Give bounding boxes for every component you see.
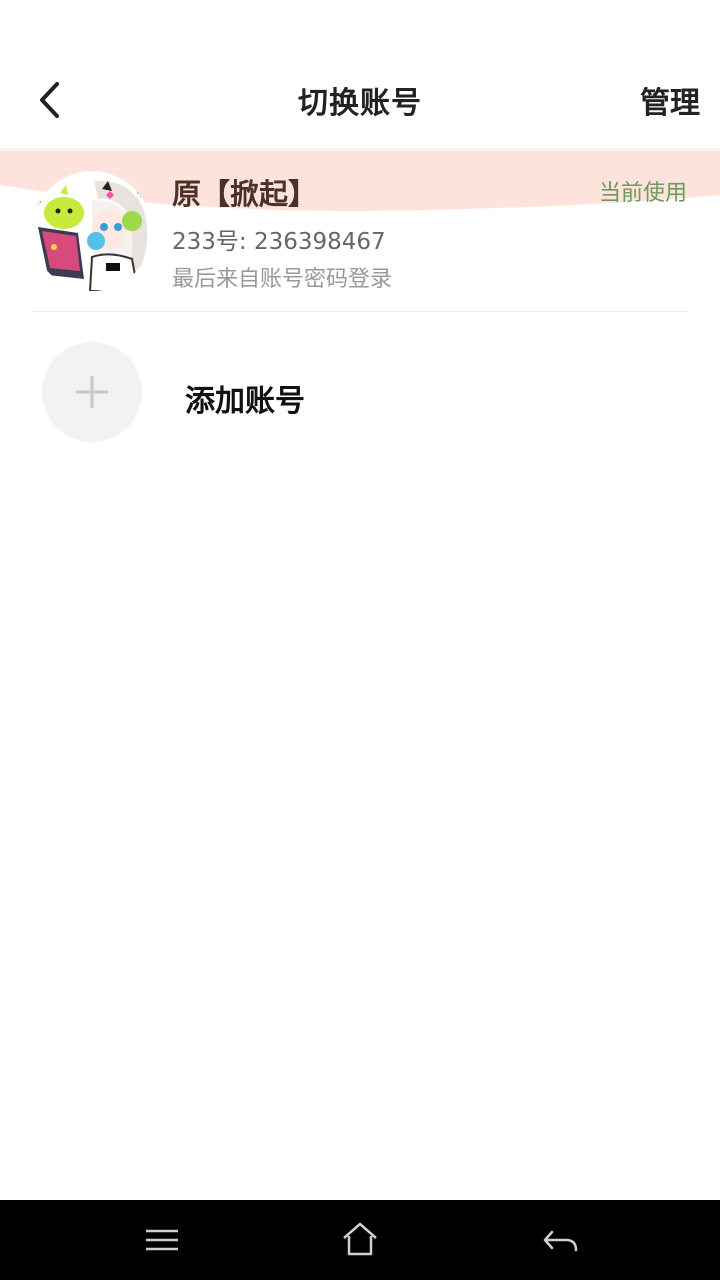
back-arrow-icon xyxy=(543,1230,578,1252)
current-account-item[interactable]: + + 原【掀起】 当前使用 233号: 236398467 最后来自账号密码登… xyxy=(0,151,720,311)
avatar: + + xyxy=(32,171,152,291)
account-name: 原【掀起】 xyxy=(172,177,318,211)
plus-icon xyxy=(76,376,108,408)
add-account-label: 添加账号 xyxy=(185,384,305,419)
nav-home-button[interactable] xyxy=(338,1218,382,1262)
add-account-circle xyxy=(42,342,142,442)
switch-account-screen: 切换账号 管理 + 原【掀起】 当前使用 233号: 236398467 最后来… xyxy=(0,0,720,1280)
current-in-use-badge: 当前使用 xyxy=(598,181,687,206)
account-uid: 233号: 236398467 xyxy=(172,229,386,255)
home-icon xyxy=(343,1222,377,1256)
nav-menu-button[interactable] xyxy=(140,1218,184,1262)
top-bar: 切换账号 管理 xyxy=(0,0,720,150)
nav-back-button[interactable] xyxy=(538,1218,582,1262)
system-navigation-bar xyxy=(0,1200,720,1280)
last-login-method: 最后来自账号密码登录 xyxy=(172,267,393,292)
add-account-button[interactable]: 添加账号 xyxy=(0,330,720,454)
page-title: 切换账号 xyxy=(298,86,422,121)
menu-icon xyxy=(146,1229,178,1251)
divider xyxy=(32,311,688,312)
manage-button[interactable]: 管理 xyxy=(640,78,700,122)
